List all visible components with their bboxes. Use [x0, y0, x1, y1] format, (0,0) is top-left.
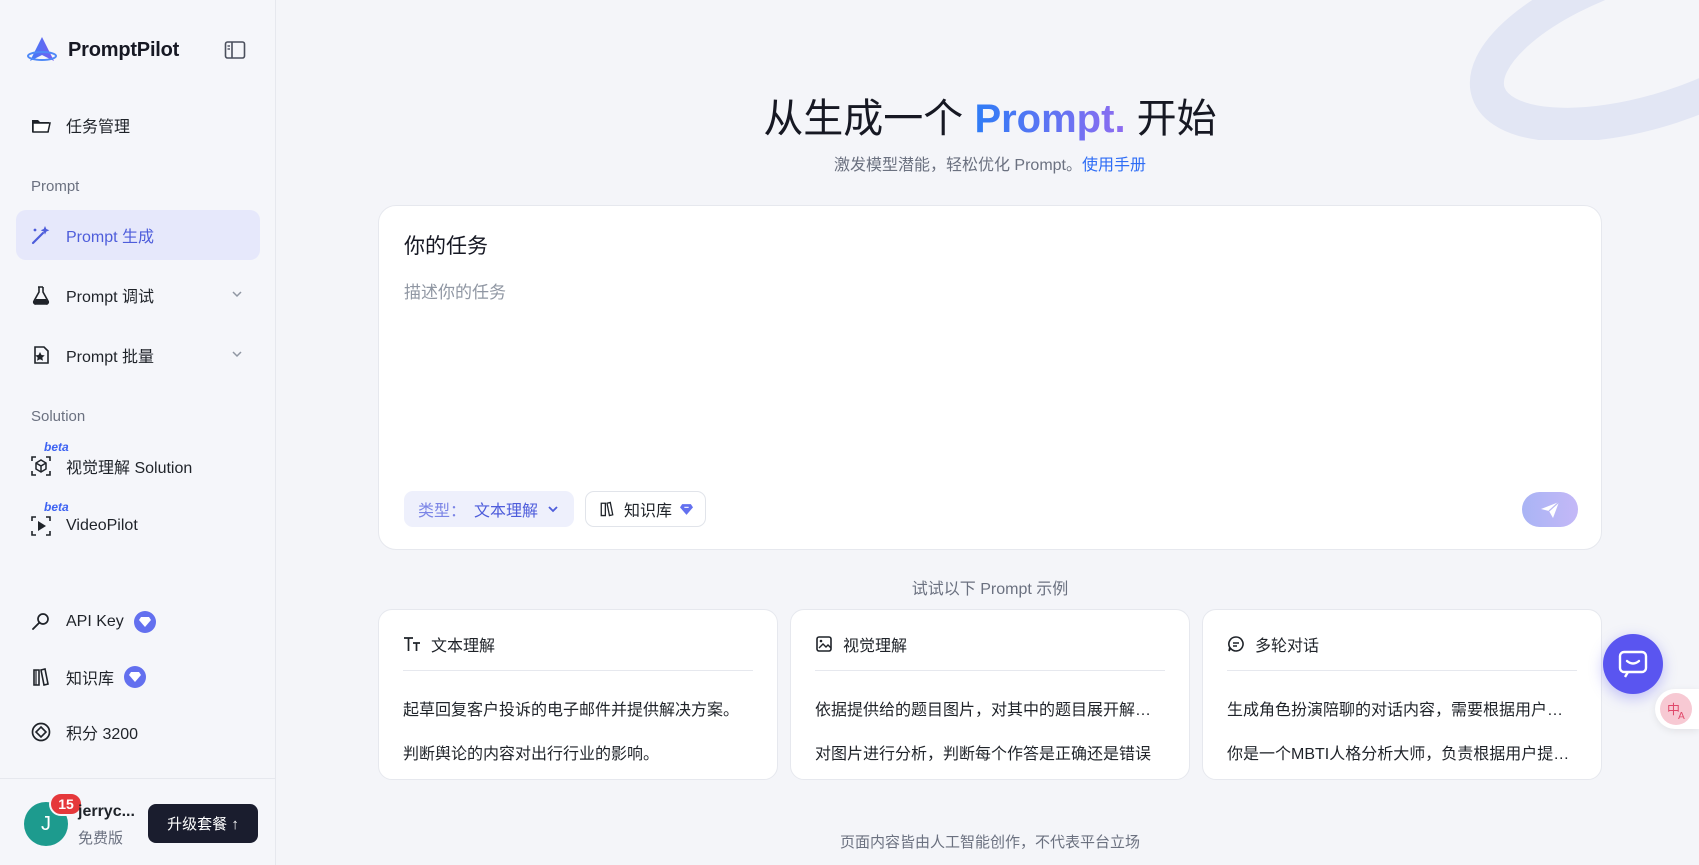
magic-wand-icon: [30, 224, 52, 246]
chevron-down-icon: [232, 351, 242, 358]
sidebar-item-task-management[interactable]: 任务管理: [16, 100, 260, 150]
star-document-icon: [30, 344, 52, 366]
example-card-header: 文本理解: [403, 632, 495, 656]
task-description-input[interactable]: [404, 278, 1574, 458]
upgrade-plan-label: 升级套餐 ↑: [167, 816, 239, 833]
chat-bubble-icon: [1228, 636, 1244, 652]
sidebar: PromptPilot 任务管理 Prompt Prompt 生成 Prompt…: [0, 0, 276, 865]
books-icon: [30, 666, 52, 688]
example-prompt[interactable]: 起草回复客户投诉的电子邮件并提供解决方案。: [403, 696, 755, 720]
example-prompt[interactable]: 判断舆论的内容对出行行业的影响。: [403, 740, 755, 764]
sidebar-item-videopilot[interactable]: VideoPilot: [16, 501, 260, 551]
sidebar-item-label: VideoPilot: [66, 517, 138, 534]
sidebar-item-label: Prompt 调试: [66, 289, 155, 306]
example-prompt[interactable]: 你是一个MBTI人格分析大师，负责根据用户提供的信息进行分析: [1227, 740, 1579, 764]
text-size-icon: [404, 637, 420, 651]
example-card-title: 文本理解: [431, 638, 496, 655]
knowledge-base-label: 知识库: [624, 503, 673, 520]
diamond-icon: [124, 666, 147, 688]
promptpilot-logo-icon: [27, 37, 57, 61]
translate-button[interactable]: 中A: [1655, 689, 1699, 729]
page-title: 从生成一个 Prompt. 开始: [378, 86, 1602, 144]
example-card-text[interactable]: 文本理解 起草回复客户投诉的电子邮件并提供解决方案。 判断舆论的内容对出行行业的…: [378, 609, 778, 780]
chevron-down-icon: [548, 506, 558, 513]
sidebar-item-label: Prompt 生成: [66, 229, 155, 246]
task-card: 你的任务 类型： 文本理解 知识库: [378, 205, 1602, 550]
key-icon: [30, 611, 52, 633]
page-subtitle: 激发模型潜能，轻松优化 Prompt。使用手册: [378, 151, 1602, 175]
example-card-header: 多轮对话: [1227, 632, 1319, 656]
examples-hint: 试试以下 Prompt 示例: [911, 581, 1069, 598]
sidebar-item-points[interactable]: 积分 3200: [16, 707, 260, 757]
translate-icon: 中A: [1660, 693, 1692, 725]
sidebar-item-knowledge-base[interactable]: 知识库: [16, 652, 260, 702]
folder-icon: [30, 114, 52, 136]
books-icon: [600, 501, 614, 517]
upgrade-plan-button[interactable]: 升级套餐 ↑: [148, 804, 258, 843]
footer-disclaimer: 页面内容皆由人工智能创作，不代表平台立场: [839, 834, 1140, 851]
sidebar-item-label: 视觉理解 Solution: [66, 460, 193, 477]
example-prompt[interactable]: 对图片进行分析，判断每个作答是正确还是错误: [815, 740, 1167, 764]
sidebar-item-label: 积分 3200: [66, 726, 139, 743]
divider: [403, 670, 753, 671]
diamond-icon: [133, 611, 156, 633]
user-name[interactable]: jerryc...: [78, 803, 135, 821]
sidebar-toggle-icon[interactable]: [224, 40, 246, 60]
flask-icon: [30, 284, 52, 306]
type-select-value: 文本理解: [474, 503, 539, 520]
type-select[interactable]: 类型： 文本理解: [404, 491, 575, 527]
user-plan: 免费版: [78, 830, 124, 847]
send-icon: [1541, 501, 1560, 518]
type-select-key: 类型：: [418, 503, 467, 520]
divider: [815, 670, 1165, 671]
example-prompt[interactable]: 依据提供给的题目图片，对其中的题目展开解答并给出答案和解析: [815, 696, 1167, 720]
task-label: 你的任务: [404, 235, 488, 258]
title-prefix: 从生成一个: [763, 97, 975, 141]
sidebar-item-vision-solution[interactable]: 视觉理解 Solution: [16, 441, 260, 491]
sidebar-divider: [0, 778, 276, 779]
divider: [1227, 670, 1577, 671]
title-suffix: 开始: [1125, 97, 1217, 141]
chat-icon: [1618, 650, 1648, 678]
section-label-prompt: Prompt: [31, 178, 80, 195]
knowledge-base-button[interactable]: 知识库: [585, 491, 707, 527]
svg-text:A: A: [1678, 711, 1685, 722]
vision-cube-icon: [30, 455, 52, 477]
sidebar-item-label: 任务管理: [66, 119, 131, 136]
support-chat-button[interactable]: [1603, 634, 1663, 694]
example-card-title: 多轮对话: [1255, 638, 1320, 655]
send-button[interactable]: [1522, 492, 1578, 527]
brand[interactable]: PromptPilot: [26, 34, 179, 66]
sidebar-item-api-key[interactable]: API Key: [16, 597, 260, 647]
sidebar-item-prompt-generate[interactable]: Prompt 生成: [16, 210, 260, 260]
example-prompt[interactable]: 生成角色扮演陪聊的对话内容，需要根据用户的设定进行回复: [1227, 696, 1579, 720]
sidebar-item-label: 知识库: [66, 671, 115, 688]
sidebar-item-prompt-batch[interactable]: Prompt 批量: [16, 330, 260, 380]
sidebar-item-label: API Key: [66, 613, 124, 630]
example-card-header: 视觉理解: [815, 632, 907, 656]
manual-link[interactable]: 使用手册: [1082, 157, 1146, 174]
example-card-dialog[interactable]: 多轮对话 生成角色扮演陪聊的对话内容，需要根据用户的设定进行回复 你是一个MBT…: [1202, 609, 1602, 780]
example-card-title: 视觉理解: [843, 638, 908, 655]
subtitle-text: 激发模型潜能，轻松优化 Prompt。: [833, 157, 1082, 174]
title-accent: Prompt.: [974, 97, 1126, 141]
points-coin-icon: [30, 721, 52, 743]
video-play-icon: [30, 515, 52, 537]
sidebar-item-label: Prompt 批量: [66, 349, 155, 366]
chevron-down-icon: [232, 291, 242, 298]
image-icon: [816, 636, 832, 652]
sidebar-item-prompt-debug[interactable]: Prompt 调试: [16, 270, 260, 320]
brand-name: PromptPilot: [68, 38, 180, 61]
diamond-icon: [680, 503, 694, 515]
section-label-solution: Solution: [31, 408, 86, 425]
example-card-vision[interactable]: 视觉理解 依据提供给的题目图片，对其中的题目展开解答并给出答案和解析 对图片进行…: [790, 609, 1190, 780]
